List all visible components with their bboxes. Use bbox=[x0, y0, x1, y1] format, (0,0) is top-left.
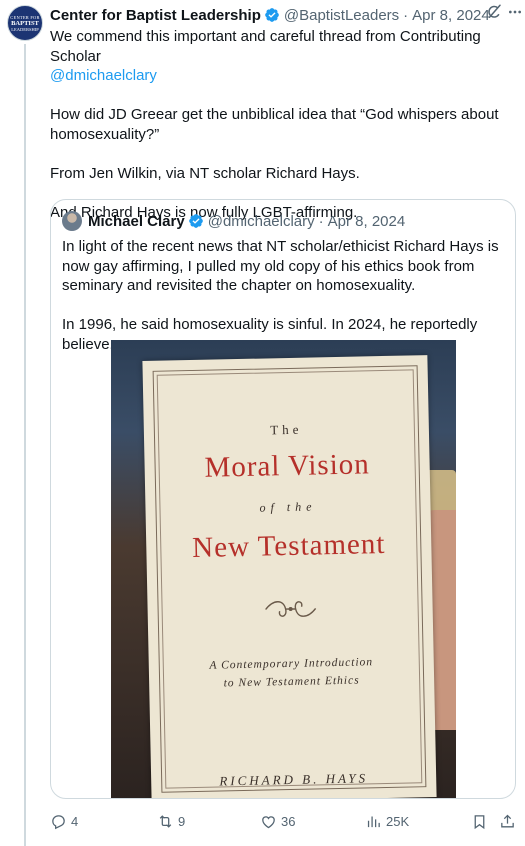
like-icon bbox=[262, 815, 275, 828]
post-date[interactable]: Apr 8, 2024 bbox=[412, 7, 490, 24]
like-button[interactable]: 36 bbox=[260, 810, 295, 832]
post-text: We commend this important and careful th… bbox=[50, 27, 518, 222]
quoted-author-handle[interactable]: @dmichaelclary bbox=[208, 213, 315, 230]
share-icon bbox=[501, 814, 514, 827]
views-icon bbox=[367, 816, 380, 827]
quoted-post-header: Michael Clary @dmichaelclary · Apr 8, 20… bbox=[62, 211, 405, 231]
share-button[interactable] bbox=[499, 810, 516, 832]
views-button[interactable]: 25K bbox=[365, 810, 409, 832]
ornament-icon bbox=[147, 591, 433, 627]
book-title-line-2: New Testament bbox=[191, 527, 386, 565]
verified-badge-icon[interactable] bbox=[264, 7, 280, 23]
mention-link[interactable]: @dmichaelclary bbox=[50, 67, 157, 84]
avatar-text-middle: BAPTIST bbox=[11, 19, 39, 27]
post-paragraph-2: How did JD Greear get the unbiblical ide… bbox=[50, 106, 499, 143]
book-cover: The Moral Vision of the New Testament A … bbox=[142, 355, 437, 798]
grok-icon[interactable] bbox=[485, 3, 503, 21]
reply-icon bbox=[52, 814, 65, 829]
avatar-text-bottom: LEADERSHIP bbox=[11, 26, 39, 32]
quoted-avatar[interactable] bbox=[62, 211, 82, 231]
post-paragraph-3: From Jen Wilkin, via NT scholar Richard … bbox=[50, 164, 360, 182]
book-photo[interactable]: The Moral Vision of the New Testament A … bbox=[111, 340, 456, 798]
quoted-post-text: In light of the recent news that NT scho… bbox=[62, 237, 508, 354]
repost-count: 9 bbox=[178, 813, 186, 829]
quoted-post-date[interactable]: Apr 8, 2024 bbox=[328, 213, 406, 230]
separator: · bbox=[403, 6, 409, 24]
bookmark-icon bbox=[474, 814, 485, 829]
bookmark-button[interactable] bbox=[471, 810, 488, 832]
quoted-author-name[interactable]: Michael Clary bbox=[88, 213, 185, 230]
reply-button[interactable]: 4 bbox=[50, 810, 78, 832]
quoted-post[interactable]: Michael Clary @dmichaelclary · Apr 8, 20… bbox=[50, 199, 516, 799]
author-name[interactable]: Center for Baptist Leadership bbox=[50, 7, 261, 24]
quoted-paragraph-1: In light of the recent news that NT scho… bbox=[62, 238, 499, 294]
action-bar: 4 9 36 25K bbox=[50, 810, 520, 832]
views-count: 25K bbox=[386, 813, 410, 829]
verified-badge-icon[interactable] bbox=[188, 213, 204, 229]
repost-icon bbox=[159, 814, 172, 828]
author-handle[interactable]: @BaptistLeaders bbox=[284, 7, 399, 24]
separator: · bbox=[318, 212, 324, 230]
thread-line bbox=[24, 44, 26, 846]
like-count: 36 bbox=[281, 813, 296, 829]
book-title-line-1: Moral Vision bbox=[204, 448, 371, 484]
more-icon[interactable] bbox=[507, 4, 523, 20]
post-paragraph-1: We commend this important and careful th… bbox=[50, 27, 518, 86]
reply-count: 4 bbox=[71, 813, 79, 829]
post-text-line-1: We commend this important and careful th… bbox=[50, 28, 481, 65]
post-header: Center for Baptist Leadership @BaptistLe… bbox=[50, 5, 515, 25]
avatar[interactable]: CENTER FOR BAPTIST LEADERSHIP bbox=[7, 5, 43, 41]
repost-button[interactable]: 9 bbox=[157, 810, 185, 832]
